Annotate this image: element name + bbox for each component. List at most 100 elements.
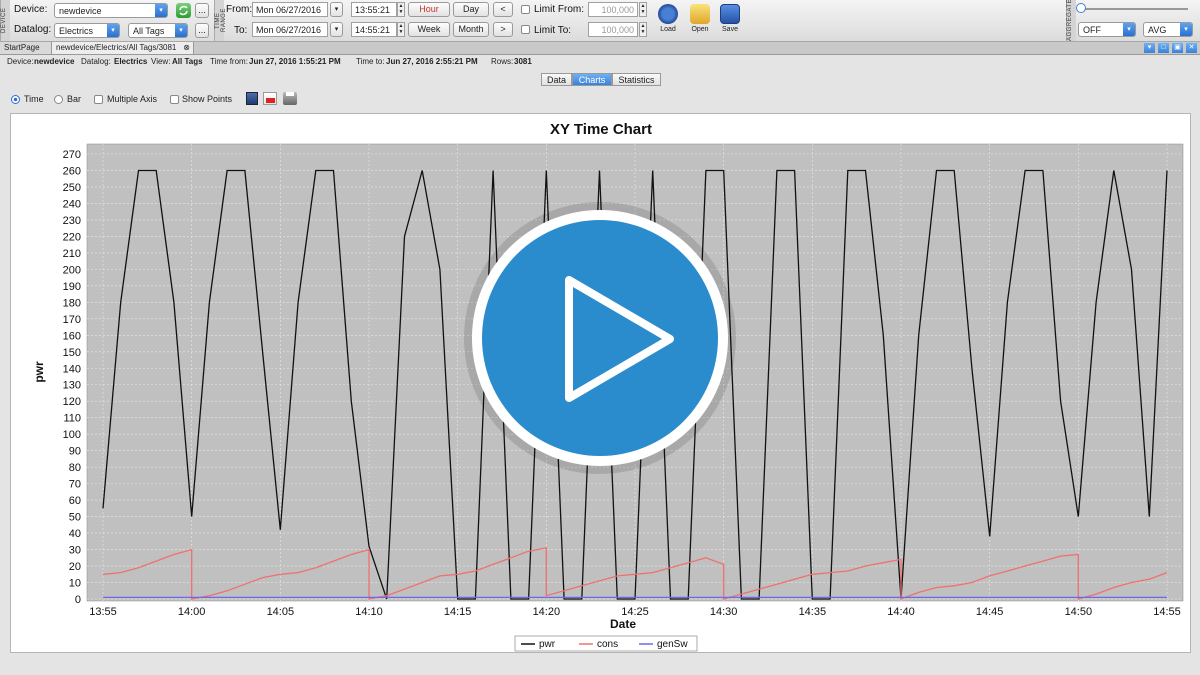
from-time-field[interactable]: 13:55:21 [351, 2, 397, 17]
save-label: Save [722, 26, 738, 33]
tab-chart-document-label: newdevice/Electrics/All Tags/3081 [56, 43, 177, 52]
y-tick-label: 200 [63, 264, 81, 276]
from-label: From: [226, 4, 253, 15]
legend-label: pwr [539, 639, 556, 650]
tab-chart-document[interactable]: newdevice/Electrics/All Tags/3081 ⊗ [52, 42, 194, 54]
to-date-dropdown[interactable]: ▾ [330, 22, 343, 37]
device-section-label: DEVICE [0, 0, 10, 41]
open-button[interactable]: Open [686, 2, 714, 40]
y-tick-label: 140 [63, 363, 81, 375]
close-window-icon[interactable]: ✕ [1186, 43, 1197, 53]
chevron-down-icon: ▾ [107, 24, 119, 37]
aggregate-combo[interactable]: OFF ▾ [1078, 22, 1136, 37]
to-date-field[interactable]: Mon 06/27/2016 [252, 22, 328, 37]
y-tick-label: 260 [63, 165, 81, 177]
close-icon[interactable]: ⊗ [183, 42, 190, 54]
device-label: Device: [14, 4, 48, 15]
chevron-down-icon: ▾ [1180, 23, 1192, 36]
x-tick-label: 14:35 [799, 606, 827, 618]
to-time-spinner[interactable]: ▲ ▼ [397, 22, 405, 37]
y-axis-ticks: 0 10 20 30 40 50 60 70 80 90 100 110 120 130 140 150 160… [63, 149, 81, 606]
aggregate-slider-handle[interactable] [1076, 3, 1086, 13]
y-tick-label: 60 [69, 495, 81, 507]
month-button[interactable]: Month [453, 22, 489, 37]
tab-startpage[interactable]: StartPage [0, 42, 52, 54]
x-tick-label: 14:20 [533, 606, 561, 618]
x-tick-label: 14:10 [355, 606, 383, 618]
limit-to-spinner[interactable]: ▲ ▼ [639, 22, 647, 37]
export-pdf-icon[interactable] [263, 92, 277, 105]
y-tick-label: 150 [63, 347, 81, 359]
tab-startpage-label: StartPage [4, 43, 40, 52]
y-tick-label: 250 [63, 182, 81, 194]
to-label: To: [234, 25, 248, 36]
aggregate-slider-track [1080, 8, 1188, 10]
legend-label: cons [597, 639, 618, 650]
tab-data[interactable]: Data [541, 73, 572, 86]
show-points-checkbox[interactable] [170, 95, 179, 104]
x-tick-label: 14:55 [1153, 606, 1181, 618]
day-button[interactable]: Day [453, 2, 489, 17]
limit-from-field[interactable]: 100,000 [588, 2, 638, 17]
tab-charts[interactable]: Charts [572, 73, 612, 86]
y-tick-label: 180 [63, 297, 81, 309]
info-time-to: Jun 27, 2016 2:55:21 PM [386, 57, 478, 66]
refresh-icon[interactable] [176, 3, 191, 18]
week-button[interactable]: Week [408, 22, 450, 37]
chart-title: XY Time Chart [550, 121, 652, 138]
limit-to-checkbox[interactable] [521, 25, 530, 34]
aggregate-func-combo[interactable]: AVG ▾ [1143, 22, 1193, 37]
document-tabs: StartPage newdevice/Electrics/All Tags/3… [0, 42, 1200, 55]
y-tick-label: 30 [69, 545, 81, 557]
limit-from-checkbox[interactable] [521, 5, 530, 14]
y-tick-label: 0 [75, 594, 81, 606]
y-axis-label: pwr [32, 361, 46, 383]
limit-to-field[interactable]: 100,000 [588, 22, 638, 37]
legend-label: genSw [657, 639, 688, 650]
hour-button[interactable]: Hour [408, 2, 450, 17]
floppy-icon [720, 4, 740, 24]
device-more-button[interactable]: ... [195, 3, 209, 18]
y-tick-label: 240 [63, 198, 81, 210]
x-tick-label: 14:40 [887, 606, 915, 618]
print-icon[interactable] [283, 92, 297, 105]
x-tick-label: 14:30 [710, 606, 738, 618]
from-time-spinner[interactable]: ▲ ▼ [397, 2, 405, 17]
info-device: newdevice [34, 57, 75, 66]
export-image-icon[interactable] [246, 92, 258, 105]
time-radio[interactable] [11, 95, 20, 104]
datalog-label: Datalog: [14, 24, 52, 35]
info-time-from-label: Time from: [210, 57, 248, 66]
load-button[interactable]: Load [654, 2, 682, 40]
prev-button[interactable]: < [493, 2, 513, 17]
y-tick-label: 130 [63, 380, 81, 392]
view-subtabs: Data Charts Statistics [541, 73, 661, 86]
y-tick-label: 80 [69, 462, 81, 474]
chevron-down-icon: ▾ [1123, 23, 1135, 36]
minimize-icon[interactable]: □ [1158, 43, 1169, 53]
next-button[interactable]: > [493, 22, 513, 37]
y-tick-label: 40 [69, 528, 81, 540]
y-tick-label: 120 [63, 396, 81, 408]
bar-radio[interactable] [54, 95, 63, 104]
y-tick-label: 90 [69, 446, 81, 458]
from-date-dropdown[interactable]: ▾ [330, 2, 343, 17]
maximize-icon[interactable]: ▣ [1172, 43, 1183, 53]
tags-more-button[interactable]: ... [195, 23, 209, 38]
datalog-combo-value: Electrics [59, 26, 94, 36]
info-rows-label: Rows: [491, 57, 514, 66]
limit-to-label: Limit To: [534, 25, 572, 36]
datalog-combo[interactable]: Electrics ▾ [54, 23, 120, 38]
chevron-down-icon[interactable]: ▾ [1144, 43, 1155, 53]
tags-combo[interactable]: All Tags ▾ [128, 23, 188, 38]
limit-from-spinner[interactable]: ▲ ▼ [639, 2, 647, 17]
to-time-field[interactable]: 14:55:21 [351, 22, 397, 37]
y-tick-label: 50 [69, 512, 81, 524]
y-tick-label: 170 [63, 314, 81, 326]
device-combo[interactable]: newdevice ▾ [54, 3, 168, 18]
multiple-axis-checkbox[interactable] [94, 95, 103, 104]
video-play-button[interactable] [462, 200, 738, 476]
from-date-field[interactable]: Mon 06/27/2016 [252, 2, 328, 17]
tab-statistics[interactable]: Statistics [612, 73, 661, 86]
save-button[interactable]: Save [716, 2, 744, 40]
